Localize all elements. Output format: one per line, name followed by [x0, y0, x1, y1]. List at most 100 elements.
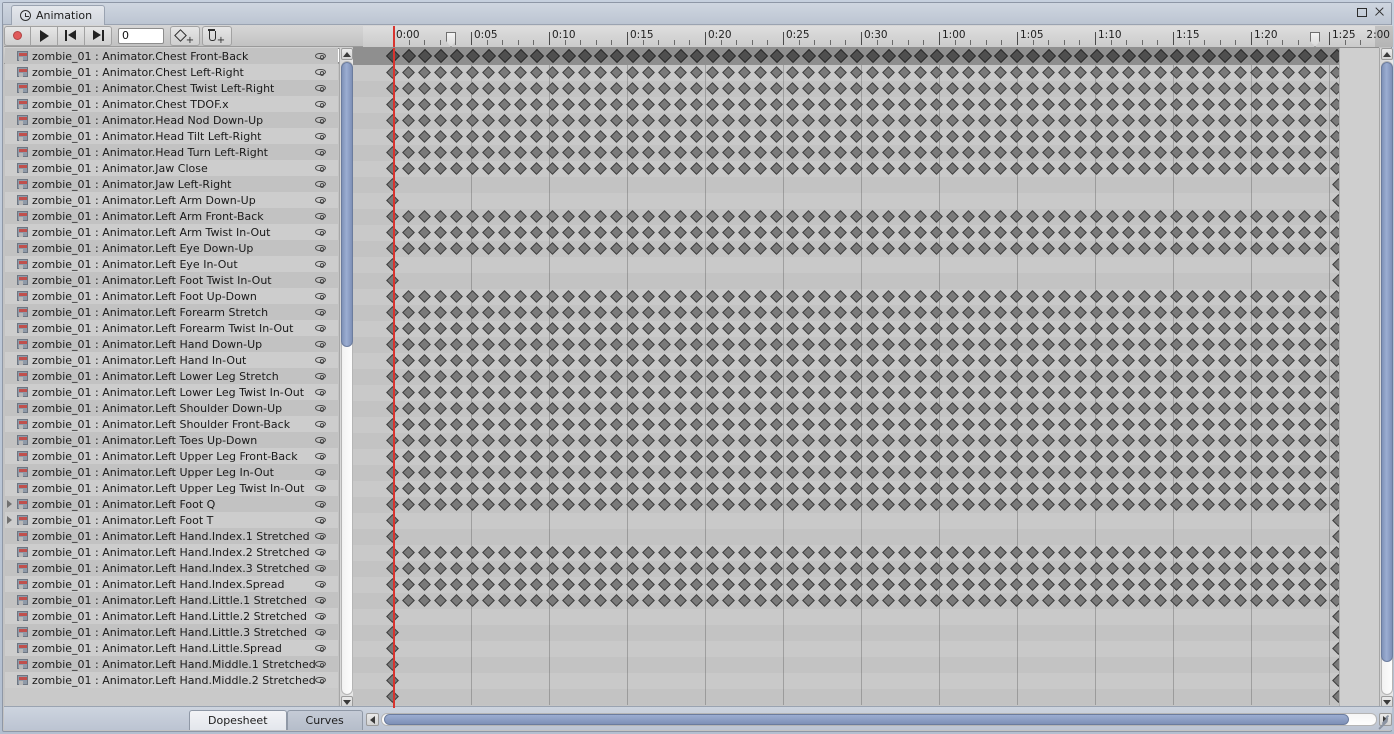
keyframe-diamond[interactable]: [1314, 562, 1327, 575]
keyframe-diamond[interactable]: [1122, 146, 1135, 159]
keyframe-diamond[interactable]: [978, 338, 991, 351]
keyframe-diamond[interactable]: [1026, 114, 1039, 127]
keyframe-diamond[interactable]: [514, 82, 527, 95]
keyframe-diamond[interactable]: [1026, 482, 1039, 495]
curve-toggle-icon[interactable]: [315, 229, 326, 236]
keyframe-diamond[interactable]: [818, 98, 831, 111]
keyframe-diamond[interactable]: [1186, 546, 1199, 559]
keyframe-diamond[interactable]: [786, 498, 799, 511]
keyframe-diamond[interactable]: [882, 370, 895, 383]
keyframe-diamond[interactable]: [802, 546, 815, 559]
keyframe-diamond[interactable]: [514, 386, 527, 399]
keyframe-diamond[interactable]: [1154, 450, 1167, 463]
keyframe-diamond[interactable]: [1186, 130, 1199, 143]
keyframe-diamond[interactable]: [1234, 434, 1247, 447]
keyframe-diamond[interactable]: [418, 354, 431, 367]
keyframe-diamond[interactable]: [706, 226, 719, 239]
keyframe-diamond[interactable]: [818, 322, 831, 335]
keyframe-diamond[interactable]: [530, 162, 543, 175]
keyframe-diamond[interactable]: [802, 434, 815, 447]
keyframe-diamond[interactable]: [434, 402, 447, 415]
close-icon[interactable]: [1374, 6, 1385, 17]
keyframe-diamond[interactable]: [802, 466, 815, 479]
keyframe-diamond[interactable]: [946, 338, 959, 351]
keyframe-diamond[interactable]: [1249, 48, 1265, 64]
tab-curves[interactable]: Curves: [286, 710, 363, 730]
keyframe-diamond[interactable]: [722, 66, 735, 79]
keyframe-diamond[interactable]: [994, 354, 1007, 367]
keyframe-diamond[interactable]: [482, 226, 495, 239]
keyframe-diamond[interactable]: [1186, 162, 1199, 175]
keyframe-diamond[interactable]: [946, 242, 959, 255]
keyframe-diamond[interactable]: [1314, 434, 1327, 447]
keyframe-diamond[interactable]: [1074, 322, 1087, 335]
keyframe-diamond[interactable]: [1106, 578, 1119, 591]
keyframe-diamond[interactable]: [1010, 466, 1023, 479]
keyframe-diamond[interactable]: [626, 354, 639, 367]
keyframe-diamond[interactable]: [1266, 546, 1279, 559]
keyframe-diamond[interactable]: [1297, 48, 1313, 64]
keyframe-diamond[interactable]: [1298, 98, 1311, 111]
keyframe-diamond[interactable]: [1122, 578, 1135, 591]
curve-toggle-icon[interactable]: [315, 293, 326, 300]
keyframe-diamond[interactable]: [818, 562, 831, 575]
keyframe-diamond[interactable]: [1074, 146, 1087, 159]
keyframe-diamond[interactable]: [770, 114, 783, 127]
keyframe-diamond[interactable]: [786, 370, 799, 383]
keyframe-diamond[interactable]: [610, 370, 623, 383]
keyframe-diamond[interactable]: [1138, 226, 1151, 239]
keyframe-diamond[interactable]: [386, 258, 399, 271]
keyframe-diamond[interactable]: [834, 114, 847, 127]
keyframe-diamond[interactable]: [482, 162, 495, 175]
keyframe-diamond[interactable]: [1250, 434, 1263, 447]
keyframe-diamond[interactable]: [1090, 98, 1103, 111]
keyframe-diamond[interactable]: [1105, 48, 1121, 64]
keyframe-diamond[interactable]: [770, 498, 783, 511]
keyframe-diamond[interactable]: [562, 594, 575, 607]
keyframe-diamond[interactable]: [466, 370, 479, 383]
keyframe-diamond[interactable]: [417, 48, 433, 64]
property-row[interactable]: zombie_01 : Animator.Left Toes Up-Down: [5, 432, 338, 448]
keyframe-diamond[interactable]: [642, 370, 655, 383]
keyframe-diamond[interactable]: [962, 418, 975, 431]
keyframe-diamond[interactable]: [977, 48, 993, 64]
keyframe-diamond[interactable]: [930, 418, 943, 431]
keyframe-diamond[interactable]: [994, 418, 1007, 431]
curve-toggle-icon[interactable]: [315, 341, 326, 348]
keyframe-diamond[interactable]: [962, 210, 975, 223]
keyframe-diamond[interactable]: [1154, 82, 1167, 95]
keyframe-diamond[interactable]: [449, 48, 465, 64]
keyframe-diamond[interactable]: [1106, 226, 1119, 239]
keyframe-diamond[interactable]: [1234, 482, 1247, 495]
keyframe-diamond[interactable]: [594, 146, 607, 159]
keyframe-diamond[interactable]: [738, 130, 751, 143]
keyframe-diamond[interactable]: [882, 322, 895, 335]
keyframe-diamond[interactable]: [450, 82, 463, 95]
keyframe-diamond[interactable]: [1250, 162, 1263, 175]
keyframe-diamond[interactable]: [1026, 242, 1039, 255]
keyframe-diamond[interactable]: [866, 418, 879, 431]
keyframe-diamond[interactable]: [1138, 370, 1151, 383]
keyframe-diamond[interactable]: [994, 482, 1007, 495]
keyframe-diamond[interactable]: [706, 370, 719, 383]
keyframe-diamond[interactable]: [1266, 114, 1279, 127]
keyframe-diamond[interactable]: [1010, 66, 1023, 79]
keyframe-diamond[interactable]: [914, 354, 927, 367]
dopesheet-row[interactable]: [353, 289, 1379, 305]
curve-toggle-icon[interactable]: [315, 133, 326, 140]
keyframe-diamond[interactable]: [690, 98, 703, 111]
keyframe-diamond[interactable]: [914, 290, 927, 303]
keyframe-diamond[interactable]: [962, 482, 975, 495]
keyframe-diamond[interactable]: [530, 578, 543, 591]
keyframe-diamond[interactable]: [1058, 418, 1071, 431]
keyframe-diamond[interactable]: [1026, 322, 1039, 335]
property-row[interactable]: zombie_01 : Animator.Left Lower Leg Stre…: [5, 368, 338, 384]
keyframe-diamond[interactable]: [689, 48, 705, 64]
keyframe-diamond[interactable]: [450, 338, 463, 351]
keyframe-diamond[interactable]: [802, 114, 815, 127]
dopesheet-row[interactable]: [353, 209, 1379, 225]
keyframe-diamond[interactable]: [1106, 306, 1119, 319]
keyframe-diamond[interactable]: [562, 418, 575, 431]
keyframe-diamond[interactable]: [482, 482, 495, 495]
keyframe-diamond[interactable]: [514, 146, 527, 159]
